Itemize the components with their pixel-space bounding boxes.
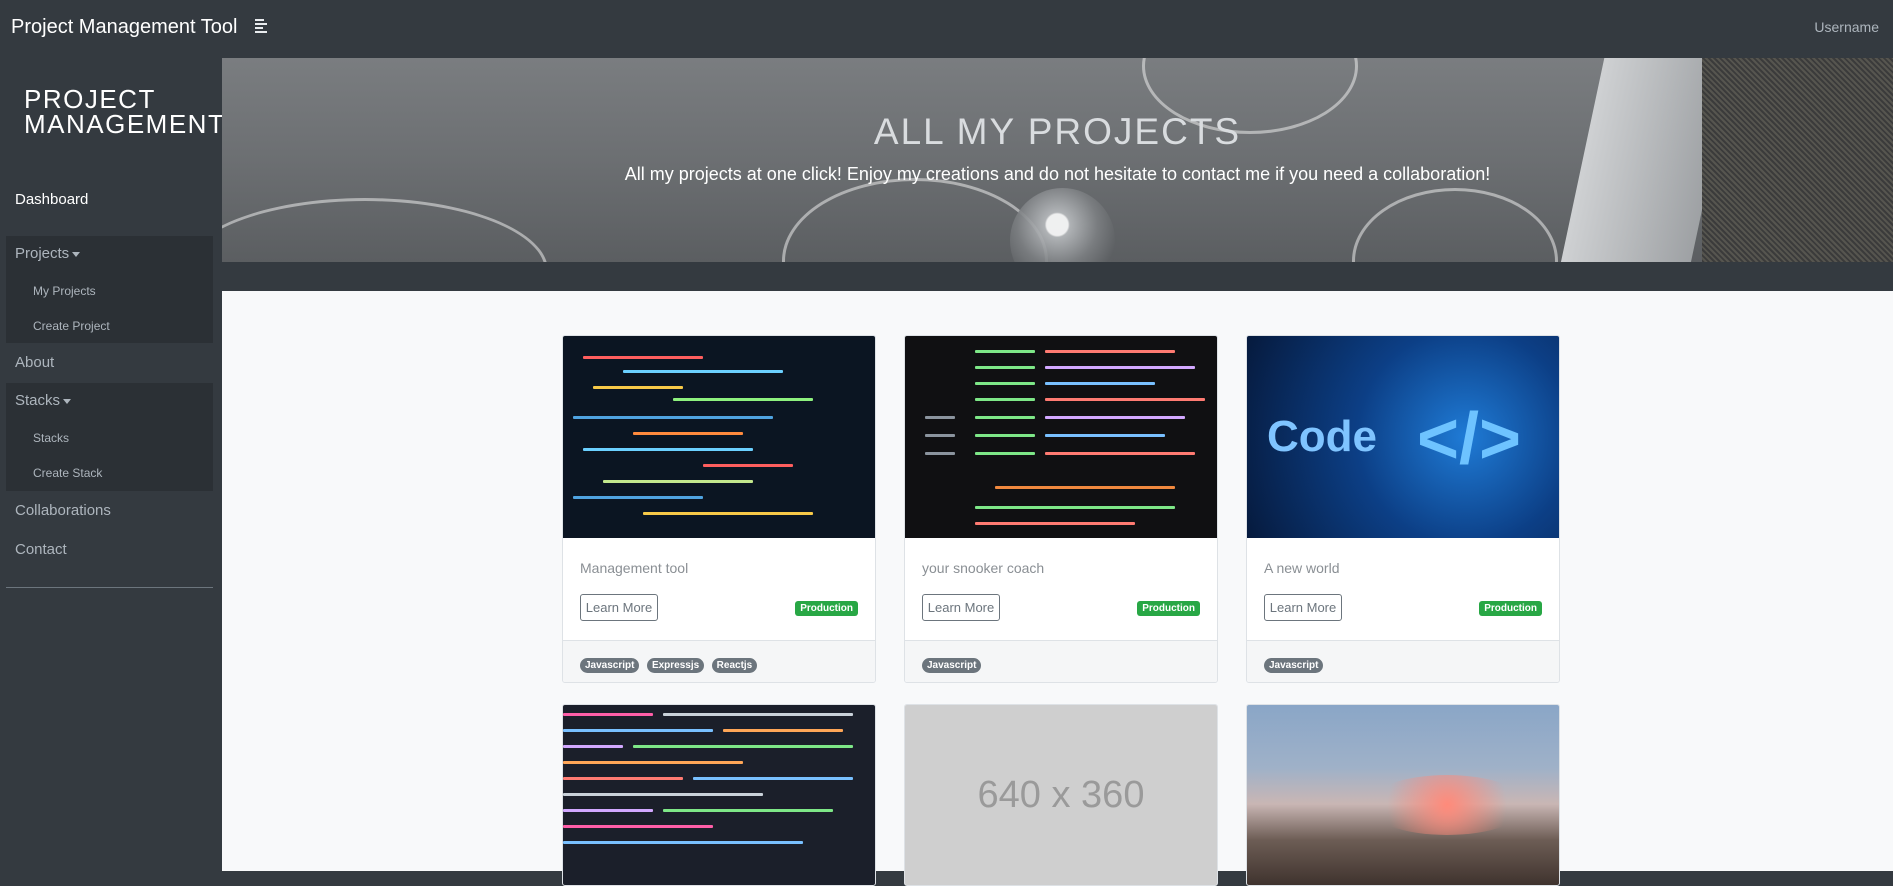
- sidebar-title-line2: MANAGEMENT: [24, 109, 226, 139]
- sidebar-item-stacks-list[interactable]: Stacks: [33, 431, 69, 445]
- project-card: [1246, 704, 1560, 886]
- stack-tag: Javascript: [1264, 658, 1324, 673]
- sidebar: PROJECT MANAGEMENT Dashboard Projects My…: [0, 55, 226, 871]
- card-footer: Javascript: [1247, 640, 1559, 682]
- stack-tag: Javascript: [922, 658, 982, 673]
- hero-title: ALL MY PROJECTS: [873, 111, 1242, 152]
- learn-more-button[interactable]: Learn More: [1264, 594, 1342, 621]
- image-glow: [1367, 775, 1527, 835]
- sidebar-title: PROJECT MANAGEMENT: [24, 86, 226, 139]
- main-content: ALL MY PROJECTS All my projects at one c…: [222, 58, 1893, 886]
- sidebar-item-dashboard[interactable]: Dashboard: [15, 191, 88, 208]
- sidebar-item-create-stack[interactable]: Create Stack: [33, 466, 102, 480]
- hero-decor: [1352, 188, 1558, 262]
- card-image: Code </>: [1247, 336, 1559, 538]
- sidebar-item-stacks-label: Stacks: [15, 392, 61, 409]
- sidebar-item-about[interactable]: About: [15, 354, 54, 371]
- sidebar-item-create-project[interactable]: Create Project: [33, 319, 110, 333]
- sidebar-item-my-projects[interactable]: My Projects: [33, 284, 96, 298]
- caret-down-icon: [72, 251, 81, 257]
- sidebar-item-collaborations[interactable]: Collaborations: [15, 502, 111, 519]
- status-badge: Production: [1137, 601, 1200, 616]
- username-link[interactable]: Username: [1814, 19, 1879, 35]
- project-card: [562, 704, 876, 886]
- card-image: [563, 336, 875, 538]
- stack-tag: Javascript: [580, 658, 640, 673]
- status-badge: Production: [1479, 601, 1542, 616]
- code-brackets-icon: </>: [1417, 399, 1522, 479]
- card-footer: Javascript: [905, 640, 1217, 682]
- sidebar-item-projects[interactable]: Projects: [15, 245, 81, 262]
- cards-area: Management tool Learn More Production Ja…: [222, 291, 1893, 886]
- top-navbar: Project Management Tool Username: [0, 0, 1893, 55]
- stack-tag: Reactjs: [711, 658, 758, 673]
- sidebar-group-projects: Projects My Projects Create Project: [6, 236, 213, 343]
- project-card: your snooker coach Learn More Production…: [904, 335, 1218, 683]
- hero-banner: ALL MY PROJECTS All my projects at one c…: [222, 58, 1893, 262]
- stack-tag: Expressjs: [646, 658, 705, 673]
- card-image: [1247, 705, 1559, 885]
- card-image: [563, 705, 875, 885]
- hero-decor: [1010, 188, 1115, 262]
- sidebar-item-projects-label: Projects: [15, 245, 70, 262]
- status-badge: Production: [795, 601, 858, 616]
- caret-down-icon: [63, 398, 72, 404]
- sidebar-divider: [6, 587, 213, 588]
- sidebar-item-stacks[interactable]: Stacks: [15, 392, 72, 409]
- card-title: A new world: [1264, 560, 1340, 576]
- sidebar-group-stacks: Stacks Stacks Create Stack: [6, 383, 213, 491]
- hero-decor: [782, 178, 1048, 262]
- project-card: 640 x 360: [904, 704, 1218, 886]
- learn-more-button[interactable]: Learn More: [580, 594, 658, 621]
- card-footer: Javascript Expressjs Reactjs: [563, 640, 875, 682]
- card-image-placeholder: 640 x 360: [905, 705, 1217, 885]
- card-image: [905, 336, 1217, 538]
- menu-icon[interactable]: [255, 19, 269, 33]
- card-title: Management tool: [580, 560, 689, 576]
- project-card: Management tool Learn More Production Ja…: [562, 335, 876, 683]
- hero-subtitle: All my projects at one click! Enjoy my c…: [624, 164, 1491, 184]
- card-image-code-text: Code: [1267, 412, 1377, 461]
- learn-more-button[interactable]: Learn More: [922, 594, 1000, 621]
- brand-title[interactable]: Project Management Tool: [11, 16, 237, 39]
- project-card: Code </> A new world Learn More Producti…: [1246, 335, 1560, 683]
- sidebar-item-contact[interactable]: Contact: [15, 541, 67, 558]
- hero-decor: [222, 198, 548, 262]
- card-title: your snooker coach: [922, 560, 1045, 576]
- hero-decor: [1702, 58, 1893, 262]
